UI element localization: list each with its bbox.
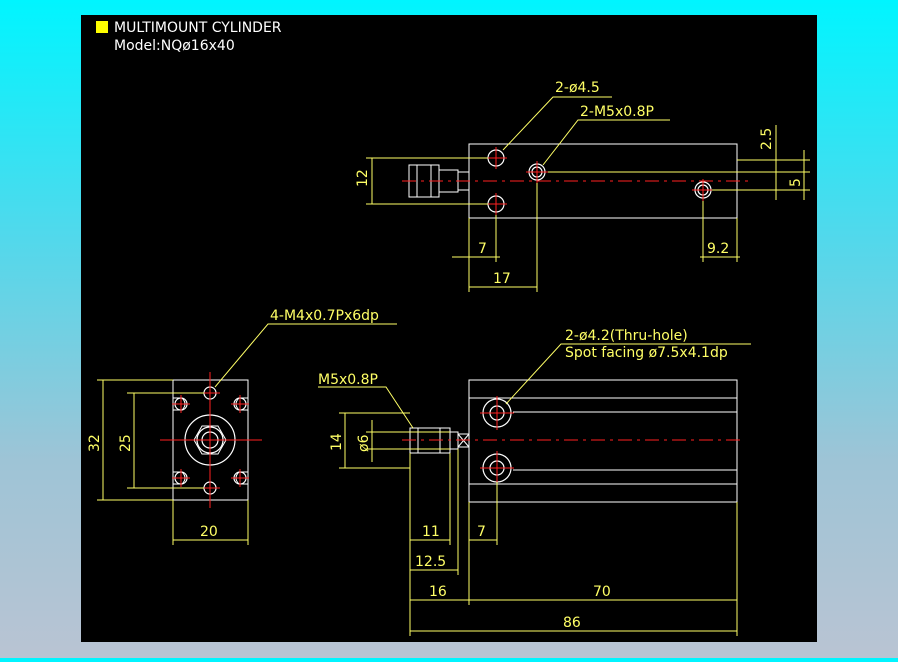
dim-side-6: ø6: [356, 434, 372, 452]
callout-rod-thread: M5x0.8P: [318, 372, 378, 388]
dim-front-32: 32: [87, 434, 103, 452]
dim-side-12-5: 12.5: [415, 554, 446, 570]
drawing-window: MULTIMOUNT CYLINDER Model:NQø16x40 2-ø4.…: [0, 0, 898, 658]
callout-spot-facing: Spot facing ø7.5x4.1dp: [565, 345, 728, 361]
dim-top-17: 17: [493, 271, 511, 287]
dim-side-14: 14: [329, 433, 345, 451]
dim-top-7: 7: [478, 241, 487, 257]
callout-tapped-holes: 4-M4x0.7Px6dp: [270, 308, 379, 324]
model-label: Model:NQø16x40: [114, 38, 235, 54]
dim-top-height: 12: [355, 169, 371, 187]
title-marker-icon: [96, 21, 108, 33]
dim-side-7: 7: [477, 524, 486, 540]
dim-front-25: 25: [118, 434, 134, 452]
drawing-canvas: [81, 15, 817, 642]
dim-top-2-5: 2.5: [759, 128, 775, 150]
drawing-title: MULTIMOUNT CYLINDER: [114, 20, 282, 36]
dim-front-20: 20: [200, 524, 218, 540]
cad-drawing: MULTIMOUNT CYLINDER Model:NQø16x40 2-ø4.…: [81, 15, 817, 642]
dim-side-70: 70: [593, 584, 611, 600]
dim-top-9-2: 9.2: [707, 241, 729, 257]
dim-side-16: 16: [429, 584, 447, 600]
callout-through-holes: 2-ø4.5: [555, 80, 600, 96]
dim-top-5: 5: [788, 178, 804, 187]
callout-thru-holes: 2-ø4.2(Thru-hole): [565, 328, 688, 344]
dim-side-86: 86: [563, 615, 581, 631]
dim-side-11: 11: [422, 524, 440, 540]
callout-ports: 2-M5x0.8P: [580, 104, 654, 120]
